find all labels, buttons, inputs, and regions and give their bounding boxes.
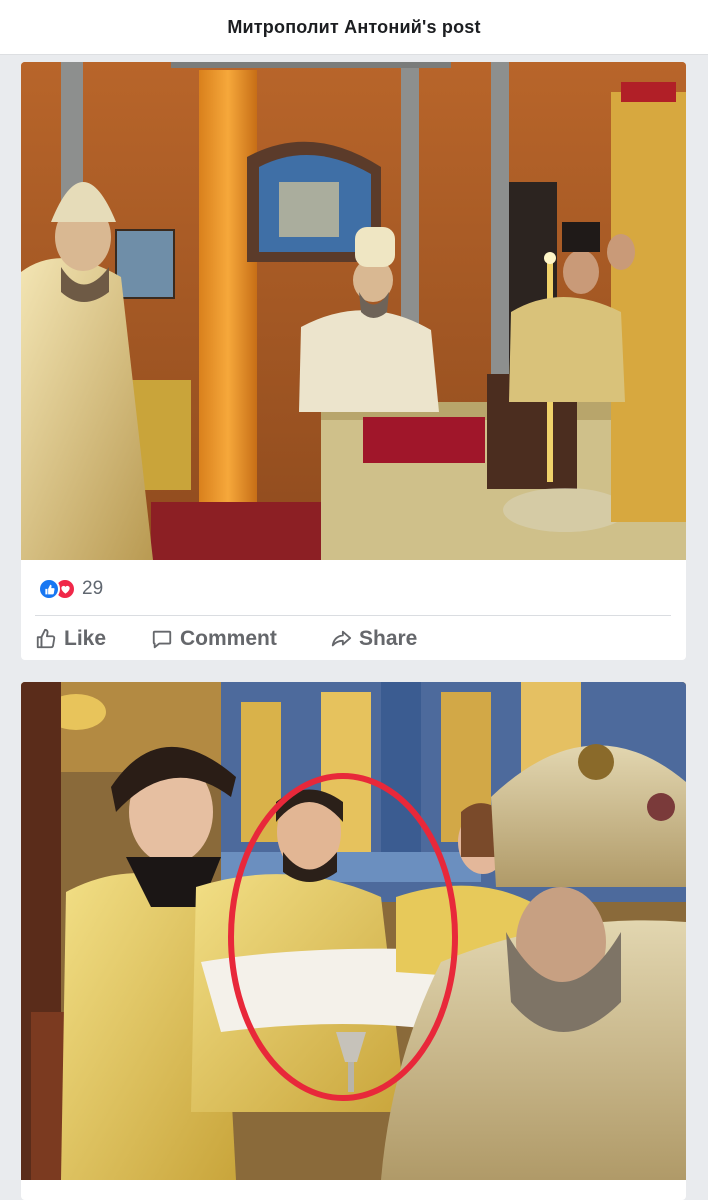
reaction-count: 29 [82, 578, 104, 599]
post-card [21, 682, 686, 1200]
comment-icon [152, 630, 172, 648]
comment-button[interactable]: Comment [151, 627, 277, 651]
like-label: Like [64, 626, 107, 650]
thumbs-up-icon [36, 628, 56, 648]
post-card: 29 Like Comment Share [21, 62, 686, 660]
reactions-summary[interactable]: 29 [38, 576, 103, 602]
comment-label: Comment [180, 626, 277, 650]
share-button[interactable]: Share [330, 627, 417, 651]
share-icon [331, 630, 352, 646]
photo-sanctuary-scene [21, 682, 686, 1180]
share-label: Share [359, 626, 418, 650]
like-icon [38, 578, 60, 600]
divider [35, 615, 671, 616]
top-bar: Митрополит Антоний's post [0, 0, 708, 55]
like-button[interactable]: Like [35, 627, 106, 651]
post-photo[interactable] [21, 62, 686, 560]
post-actions: Like Comment Share [21, 617, 686, 660]
post-photo[interactable] [21, 682, 686, 1180]
page-title: Митрополит Антоний's post [227, 16, 481, 37]
photo-altar-scene [21, 62, 686, 560]
